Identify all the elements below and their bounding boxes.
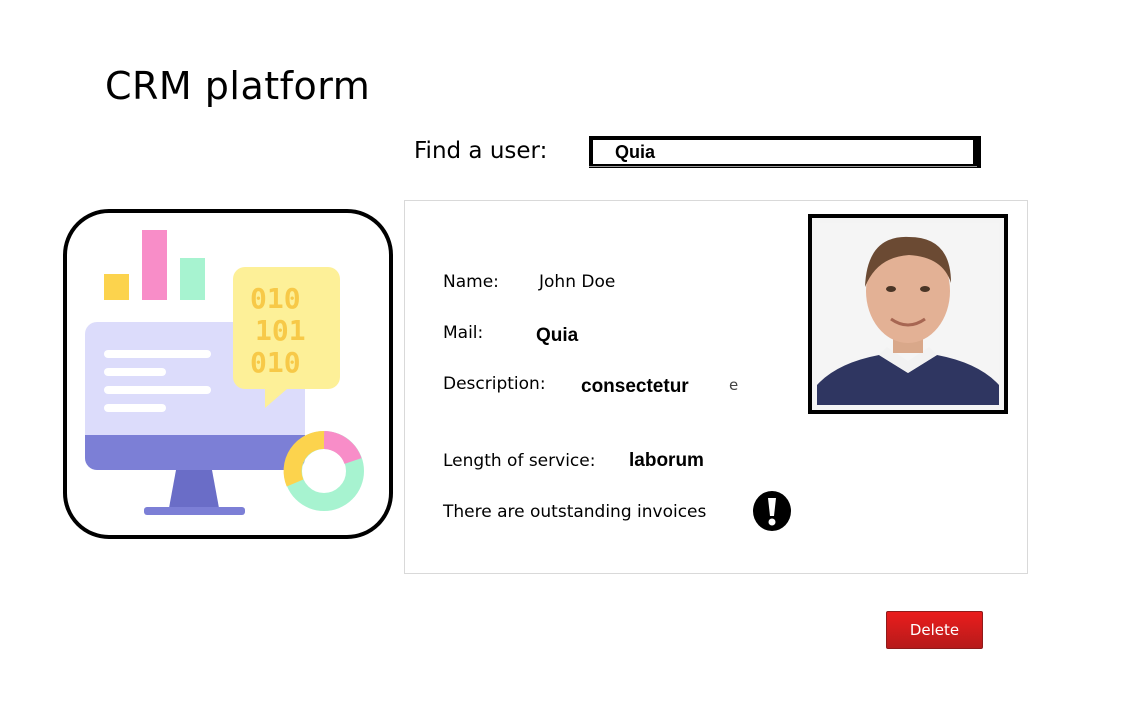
user-profile-card: Name: John Doe Mail: Quia Description: c… [404,200,1028,574]
description-label: Description: [443,374,546,394]
svg-text:101: 101 [255,314,306,347]
app-title: CRM platform [105,64,371,108]
find-user-label: Find a user: [414,138,548,164]
illustration-stand [169,470,219,508]
mail-value: Quia [536,325,579,346]
user-search-input[interactable] [593,140,973,164]
mail-label: Mail: [443,323,484,343]
svg-text:010: 010 [250,346,301,379]
user-photo [808,214,1008,414]
description-trailing-text: e [729,376,739,394]
crm-dashboard-illustration-icon: 010 101 010 [85,230,364,515]
illustration-foot [144,507,245,515]
name-label: Name: [443,272,499,292]
illustration-monitor-base [85,435,305,470]
service-label: Length of service: [443,451,596,471]
delete-button[interactable]: Delete [886,611,983,649]
svg-text:010: 010 [250,282,301,315]
search-underline [589,166,977,167]
name-value: John Doe [539,272,616,292]
crm-illustration: 010 101 010 [63,209,393,539]
user-search-field[interactable] [589,136,981,168]
illustration-bar-green [180,258,205,300]
exclamation-icon [753,491,791,531]
illustration-bar-pink [142,230,167,300]
invoices-notice: There are outstanding invoices [443,502,707,522]
exclamation-mark-icon [768,498,776,526]
illustration-bar-yellow [104,274,129,300]
avatar-icon [817,223,999,405]
service-value: laborum [629,450,704,471]
description-value: consectetur [581,376,689,397]
